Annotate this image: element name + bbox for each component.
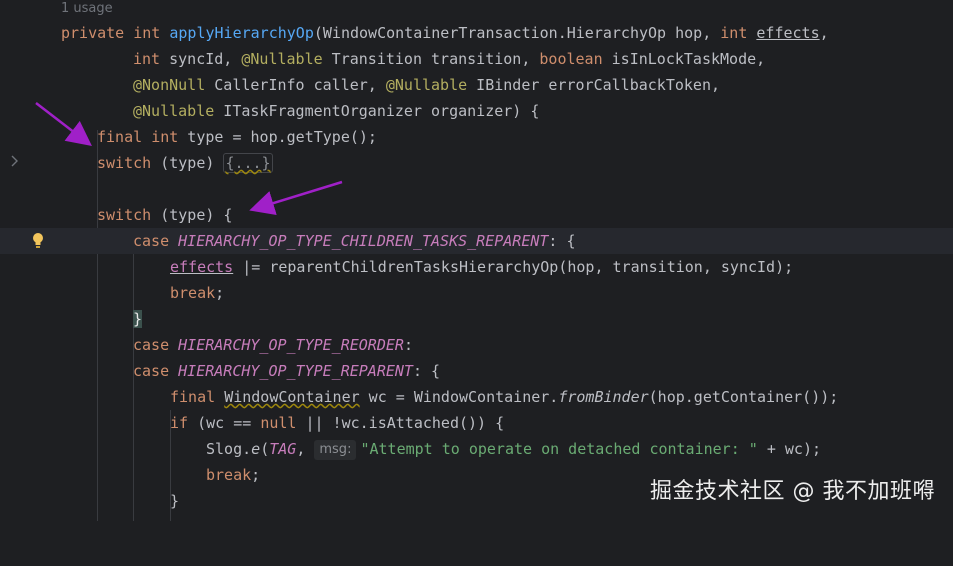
lightbulb-icon[interactable]: [31, 232, 45, 249]
code-line: effects |= reparentChildrenTasksHierarch…: [0, 254, 953, 280]
field-reference[interactable]: effects: [170, 258, 233, 276]
keyword: break: [206, 466, 252, 484]
code-text: }: [170, 492, 180, 510]
code-text: CallerInfo caller,: [205, 76, 386, 94]
keyword: switch: [97, 206, 152, 224]
code-text: |= reparentChildrenTasksHierarchyOp(hop,…: [233, 258, 794, 276]
code-text: + wc);: [757, 440, 822, 458]
code-line: if (wc == null || !wc.isAttached()) {: [0, 410, 953, 436]
code-text: Transition transition,: [322, 50, 540, 68]
keyword: int: [133, 50, 161, 68]
code-text: (wc ==: [188, 414, 261, 432]
method-name[interactable]: applyHierarchyOp: [169, 24, 314, 42]
code-line: Slog.e(TAG, msg: "Attempt to operate on d…: [0, 436, 953, 462]
code-text: isInLockTaskMode,: [602, 50, 766, 68]
code-text: (type): [151, 154, 224, 172]
code-text: : {: [412, 362, 441, 380]
code-line: break;: [0, 280, 953, 306]
annotation: @Nullable: [385, 76, 468, 94]
constant: TAG: [269, 440, 297, 458]
code-line-current: case HIERARCHY_OP_TYPE_CHILDREN_TASKS_RE…: [0, 228, 953, 254]
code-text: || !wc.isAttached()) {: [296, 414, 505, 432]
code-text: (: [260, 440, 270, 458]
code-text: Slog.: [206, 440, 252, 458]
keyword: private: [61, 24, 125, 42]
annotation: @Nullable: [133, 102, 215, 120]
brace: {: [566, 232, 576, 250]
constant: HIERARCHY_OP_TYPE_REPARENT: [178, 362, 413, 380]
code-line: final int type = hop.getType();: [0, 124, 953, 150]
code-line: }: [0, 306, 953, 332]
code-line: case HIERARCHY_OP_TYPE_REORDER:: [0, 332, 953, 358]
keyword: break: [170, 284, 216, 302]
chevron-right-icon[interactable]: [9, 154, 21, 168]
watermark: 掘金技术社区 @ 我不加班嘚: [650, 479, 935, 504]
constant: HIERARCHY_OP_TYPE_REORDER: [178, 336, 404, 354]
code-text: ,: [819, 24, 829, 42]
keyword: case: [133, 232, 170, 250]
code-text: ;: [215, 284, 225, 302]
code-text: type = hop.getType();: [178, 128, 377, 146]
static-method[interactable]: fromBinder: [558, 388, 648, 406]
param-effects[interactable]: effects: [756, 24, 819, 42]
code-text: ;: [251, 466, 261, 484]
code-line: switch (type) {...}: [0, 150, 953, 176]
code-line: switch (type) {: [0, 202, 953, 228]
code-line: int syncId, @Nullable Transition transit…: [0, 46, 953, 72]
code-text: ,: [296, 440, 315, 458]
type-reference[interactable]: WindowContainer: [224, 388, 359, 406]
keyword: case: [133, 336, 170, 354]
keyword: int: [720, 24, 748, 42]
keyword: int: [133, 24, 161, 42]
keyword: final: [97, 128, 143, 146]
code-line: final WindowContainer wc = WindowContain…: [0, 384, 953, 410]
parameter-name-hint: msg:: [314, 440, 357, 460]
matched-brace: }: [133, 310, 143, 328]
folded-code-block[interactable]: {...}: [223, 153, 273, 173]
code-text: syncId,: [160, 50, 242, 68]
keyword: null: [260, 414, 297, 432]
code-text: wc = WindowContainer.: [359, 388, 559, 406]
code-text: (WindowContainerTransaction.HierarchyOp …: [313, 24, 721, 42]
code-line: @NonNull CallerInfo caller, @Nullable IB…: [0, 72, 953, 98]
code-text: :: [548, 232, 567, 250]
code-line: @Nullable ITaskFragmentOrganizer organiz…: [0, 98, 953, 124]
keyword: int: [151, 128, 179, 146]
code-text: (hop.getContainer());: [648, 388, 839, 406]
code-text: :: [403, 336, 413, 354]
code-editor[interactable]: 1 usage private int applyHierarchyOp(Win…: [0, 0, 953, 521]
annotation: @NonNull: [133, 76, 206, 94]
code-text: ITaskFragmentOrganizer organizer) {: [214, 102, 540, 120]
code-line: case HIERARCHY_OP_TYPE_REPARENT: {: [0, 358, 953, 384]
constant: HIERARCHY_OP_TYPE_CHILDREN_TASKS_REPAREN…: [178, 232, 549, 250]
code-text: (type) {: [151, 206, 233, 224]
keyword: case: [133, 362, 170, 380]
code-line: private int applyHierarchyOp(WindowConta…: [0, 20, 953, 46]
static-method[interactable]: e: [251, 440, 260, 458]
keyword: final: [170, 388, 216, 406]
annotation: @Nullable: [241, 50, 323, 68]
string-literal: "Attempt to operate on detached containe…: [360, 440, 758, 458]
code-text: IBinder errorCallbackToken,: [467, 76, 721, 94]
keyword: boolean: [539, 50, 603, 68]
keyword: if: [170, 414, 189, 432]
keyword: switch: [97, 154, 152, 172]
usage-hint[interactable]: 1 usage: [61, 0, 113, 18]
